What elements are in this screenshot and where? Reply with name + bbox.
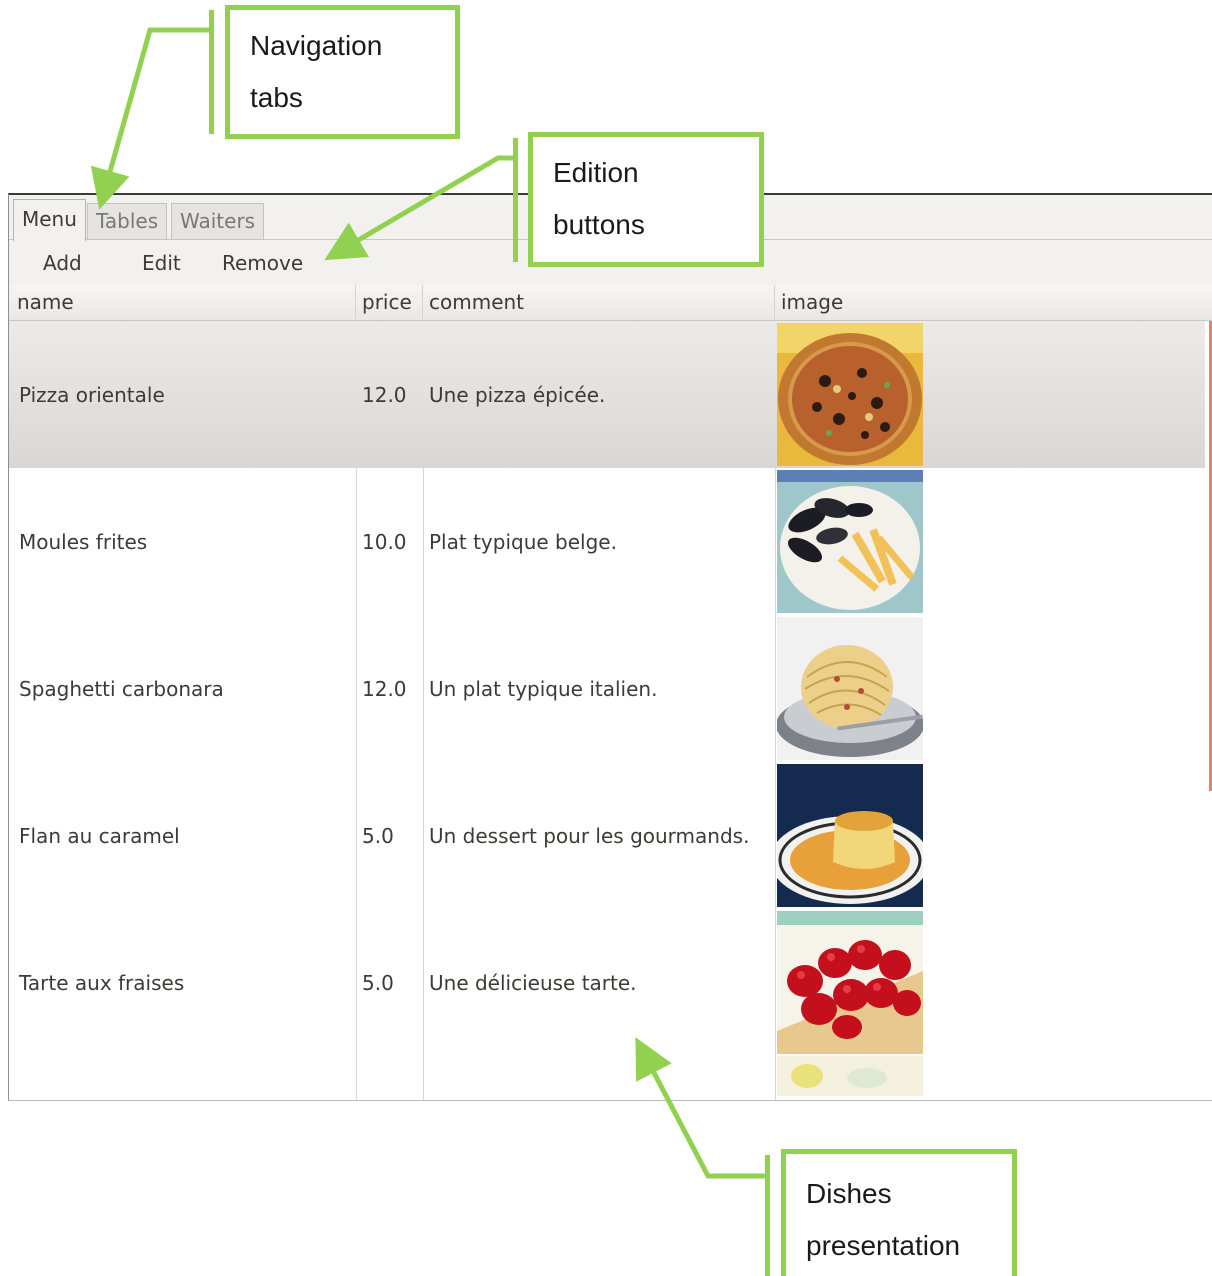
spaghetti-image bbox=[777, 617, 923, 760]
callout-text: buttons bbox=[553, 209, 645, 240]
pizza-image bbox=[777, 323, 923, 466]
flan-image bbox=[777, 764, 923, 907]
table-row[interactable]: Moules frites 10.0 Plat typique belge. bbox=[9, 468, 1205, 615]
column-header-comment[interactable]: comment bbox=[423, 285, 775, 320]
dish-comment: Une délicieuse tarte. bbox=[429, 970, 637, 995]
dish-image-partial bbox=[777, 1056, 923, 1096]
callout-bracket bbox=[765, 1155, 770, 1276]
callout-text: Dishes bbox=[806, 1178, 892, 1209]
dish-name: Spaghetti carbonara bbox=[19, 676, 224, 701]
table-row[interactable]: Pizza orientale 12.0 Une pizza épicée. bbox=[9, 321, 1205, 468]
dish-name: Tarte aux fraises bbox=[19, 970, 185, 995]
callout-text: tabs bbox=[250, 82, 303, 113]
dish-comment: Un dessert pour les gourmands. bbox=[429, 823, 750, 848]
callout-text: Edition bbox=[553, 157, 639, 188]
callout-text: presentation bbox=[806, 1230, 961, 1261]
dish-comment: Une pizza épicée. bbox=[429, 382, 606, 407]
table-header: name price comment image bbox=[9, 285, 1212, 321]
mussels-fries-image bbox=[777, 470, 923, 613]
dish-name: Pizza orientale bbox=[19, 382, 165, 407]
column-header-price[interactable]: price bbox=[356, 285, 423, 320]
navigation-tabs-callout: Navigation tabs bbox=[225, 5, 460, 139]
table-row[interactable]: Tarte aux fraises 5.0 Une délicieuse tar… bbox=[9, 909, 1205, 1056]
callout-text: Navigation bbox=[250, 30, 383, 61]
dishes-table: name price comment image Pizza orientale… bbox=[9, 285, 1212, 1100]
add-button[interactable]: Add bbox=[43, 247, 82, 279]
dish-price: 5.0 bbox=[362, 970, 394, 995]
dish-price: 10.0 bbox=[362, 529, 407, 554]
dish-price: 12.0 bbox=[362, 382, 407, 407]
dish-name: Moules frites bbox=[19, 529, 148, 554]
tab-tables[interactable]: Tables bbox=[87, 203, 168, 239]
table-row[interactable]: Spaghetti carbonara 12.0 Un plat typique… bbox=[9, 615, 1205, 762]
dish-name: Flan au caramel bbox=[19, 823, 180, 848]
app-window: Menu Tables Waiters Add Edit Remove name… bbox=[8, 193, 1212, 1101]
tab-menu[interactable]: Menu bbox=[13, 199, 86, 241]
dish-price: 5.0 bbox=[362, 823, 394, 848]
table-row[interactable]: Flan au caramel 5.0 Un dessert pour les … bbox=[9, 762, 1205, 909]
dish-comment: Un plat typique italien. bbox=[429, 676, 658, 701]
callout-bracket bbox=[209, 10, 214, 134]
edit-button[interactable]: Edit bbox=[142, 247, 181, 279]
column-header-image[interactable]: image bbox=[775, 285, 1212, 320]
callout-bracket bbox=[513, 138, 518, 262]
dishes-presentation-callout: Dishes presentation bbox=[781, 1149, 1017, 1276]
dish-price: 12.0 bbox=[362, 676, 407, 701]
dish-comment: Plat typique belge. bbox=[429, 529, 617, 554]
remove-button[interactable]: Remove bbox=[222, 247, 303, 279]
strawberry-tart-image bbox=[777, 911, 923, 1054]
edition-buttons-callout: Edition buttons bbox=[528, 132, 764, 267]
tab-waiters[interactable]: Waiters bbox=[171, 203, 265, 239]
column-header-name[interactable]: name bbox=[9, 285, 356, 320]
